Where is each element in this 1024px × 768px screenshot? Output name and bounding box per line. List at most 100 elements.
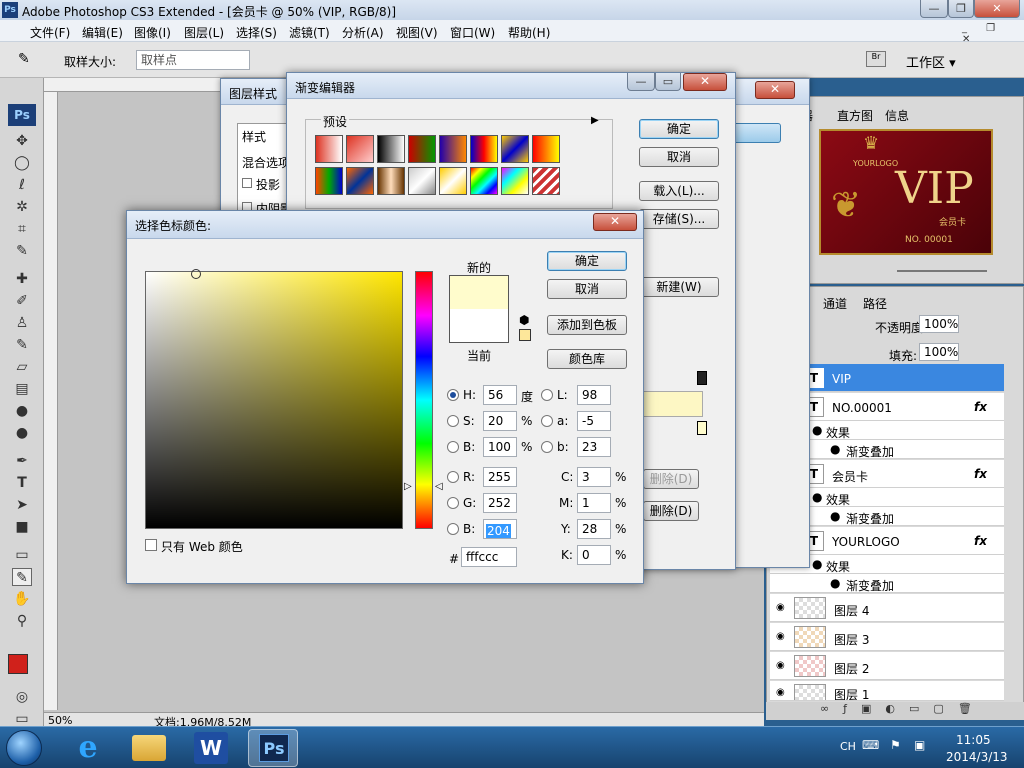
preset-swatch[interactable] — [470, 135, 498, 163]
fill-input[interactable]: 100% — [919, 343, 959, 361]
sample-size-select[interactable]: 取样点 — [136, 50, 250, 70]
tab-info[interactable]: 信息 — [885, 107, 909, 124]
gradient-new-button[interactable]: 新建(W) — [639, 277, 719, 297]
fx-icon[interactable]: fx — [974, 534, 987, 548]
hex-input[interactable]: fffccc — [461, 547, 517, 567]
preset-swatch[interactable] — [346, 167, 374, 195]
gamut-cube-icon[interactable]: ⬢ — [519, 313, 529, 327]
g-input[interactable]: 252 — [483, 493, 517, 513]
eye-icon[interactable]: ● — [812, 557, 822, 571]
photoshop-taskbar-icon[interactable]: Ps — [248, 729, 298, 767]
crop-tool-icon[interactable]: ⌗ — [12, 220, 32, 238]
eye-icon[interactable]: ● — [812, 423, 822, 437]
preset-swatch[interactable] — [501, 167, 529, 195]
clone-stamp-icon[interactable]: ♙ — [12, 314, 32, 332]
lasso-tool-icon[interactable]: ℓ — [12, 176, 32, 194]
tray-flag-icon[interactable]: ⚑ — [890, 738, 901, 752]
fx-icon[interactable]: fx — [974, 467, 987, 481]
current-color-swatch[interactable] — [449, 309, 509, 343]
add-to-swatches-button[interactable]: 添加到色板 — [547, 315, 627, 335]
b-input[interactable]: 100 — [483, 437, 517, 457]
presets-menu-icon[interactable]: ▶ — [591, 115, 599, 126]
minimize-button[interactable]: — — [920, 0, 948, 18]
presets-grid[interactable] — [315, 135, 571, 199]
gradient-tool-icon[interactable]: ▤ — [12, 380, 32, 398]
preset-swatch[interactable] — [408, 167, 436, 195]
fx-icon[interactable]: fx — [974, 400, 987, 414]
menu-view[interactable]: 视图(V) — [396, 24, 438, 41]
visibility-eye-icon[interactable]: ◉ — [776, 631, 785, 642]
eye-icon[interactable]: ● — [830, 576, 840, 590]
path-select-icon[interactable]: ➤ — [12, 496, 32, 514]
preset-swatch[interactable] — [532, 167, 560, 195]
preset-swatch[interactable] — [501, 135, 529, 163]
h-input[interactable]: 56 — [483, 385, 517, 405]
history-brush-icon[interactable]: ✎ — [12, 336, 32, 354]
drop-shadow-item[interactable]: 投影 — [256, 176, 280, 193]
tab-histogram[interactable]: 直方图 — [837, 107, 873, 124]
preset-swatch[interactable] — [439, 167, 467, 195]
menu-image[interactable]: 图像(I) — [134, 24, 171, 41]
visibility-eye-icon[interactable]: ◉ — [776, 687, 785, 698]
hand-tool-icon[interactable]: ✋ — [12, 590, 32, 608]
menu-analysis[interactable]: 分析(A) — [342, 24, 384, 41]
notes-tool-icon[interactable]: ▭ — [12, 546, 32, 564]
c-input[interactable]: 3 — [577, 467, 611, 487]
y-input[interactable]: 28 — [577, 519, 611, 539]
blur-tool-icon[interactable]: ● — [12, 402, 32, 420]
gradient-bar[interactable] — [643, 391, 703, 417]
preset-swatch[interactable] — [439, 135, 467, 163]
layer-row-2[interactable]: ◉ 图层 2 — [770, 652, 1004, 680]
eye-icon[interactable]: ● — [830, 442, 840, 456]
eyedropper-icon[interactable]: ✎ — [18, 51, 30, 67]
doc-window-controls[interactable]: _ ❐ ✕ — [962, 23, 1020, 45]
word-taskbar-icon[interactable]: W — [194, 732, 228, 764]
tab-paths[interactable]: 路径 — [863, 295, 887, 312]
out-of-gamut-swatch[interactable] — [519, 329, 531, 341]
drop-shadow-checkbox[interactable] — [242, 178, 252, 188]
gradient-minimize-button[interactable]: — — [627, 73, 655, 91]
healing-brush-icon[interactable]: ✚ — [12, 270, 32, 288]
eraser-tool-icon[interactable]: ▱ — [12, 358, 32, 376]
hue-slider[interactable] — [415, 271, 433, 529]
gradient-cancel-button[interactable]: 取消 — [639, 147, 719, 167]
marquee-tool-icon[interactable]: ◯ — [12, 154, 32, 172]
m-input[interactable]: 1 — [577, 493, 611, 513]
color-stop-icon[interactable] — [697, 421, 707, 435]
gradient-maximize-button[interactable]: ▭ — [655, 73, 681, 91]
gradient-ok-button[interactable]: 确定 — [639, 119, 719, 139]
clock-date[interactable]: 2014/3/13 — [946, 750, 1008, 764]
eyedropper-tool-icon[interactable]: ✎ — [12, 568, 32, 586]
preset-swatch[interactable] — [377, 167, 405, 195]
visibility-eye-icon[interactable]: ◉ — [776, 660, 785, 671]
input-language[interactable]: CH — [840, 740, 856, 753]
magic-wand-icon[interactable]: ✲ — [12, 198, 32, 216]
lab-b-input[interactable]: 23 — [577, 437, 611, 457]
shape-tool-icon[interactable]: ■ — [12, 518, 32, 536]
delete-color-stop-button[interactable]: 删除(D) — [643, 501, 699, 521]
menu-help[interactable]: 帮助(H) — [508, 24, 550, 41]
ie-taskbar-icon[interactable]: e — [70, 731, 106, 765]
eye-icon[interactable]: ● — [812, 490, 822, 504]
blue-radio[interactable] — [447, 523, 459, 535]
lab-b-radio[interactable] — [541, 441, 553, 453]
menu-filter[interactable]: 滤镜(T) — [289, 24, 330, 41]
a-radio[interactable] — [541, 415, 553, 427]
preset-swatch[interactable] — [315, 135, 343, 163]
preset-swatch[interactable] — [532, 135, 560, 163]
s-radio[interactable] — [447, 415, 459, 427]
s-input[interactable]: 20 — [483, 411, 517, 431]
g-radio[interactable] — [447, 497, 459, 509]
close-button[interactable]: ✕ — [974, 0, 1020, 18]
pen-tool-icon[interactable]: ✒ — [12, 452, 32, 470]
layer-row-3[interactable]: ◉ 图层 3 — [770, 623, 1004, 651]
l-input[interactable]: 98 — [577, 385, 611, 405]
color-field-cursor[interactable] — [191, 269, 201, 279]
zoom-tool-icon[interactable]: ⚲ — [12, 612, 32, 630]
color-libraries-button[interactable]: 颜色库 — [547, 349, 627, 369]
menu-window[interactable]: 窗口(W) — [450, 24, 495, 41]
workspace-menu[interactable]: 工作区 ▾ — [906, 52, 956, 71]
menu-select[interactable]: 选择(S) — [236, 24, 277, 41]
slice-tool-icon[interactable]: ✎ — [12, 242, 32, 260]
k-input[interactable]: 0 — [577, 545, 611, 565]
